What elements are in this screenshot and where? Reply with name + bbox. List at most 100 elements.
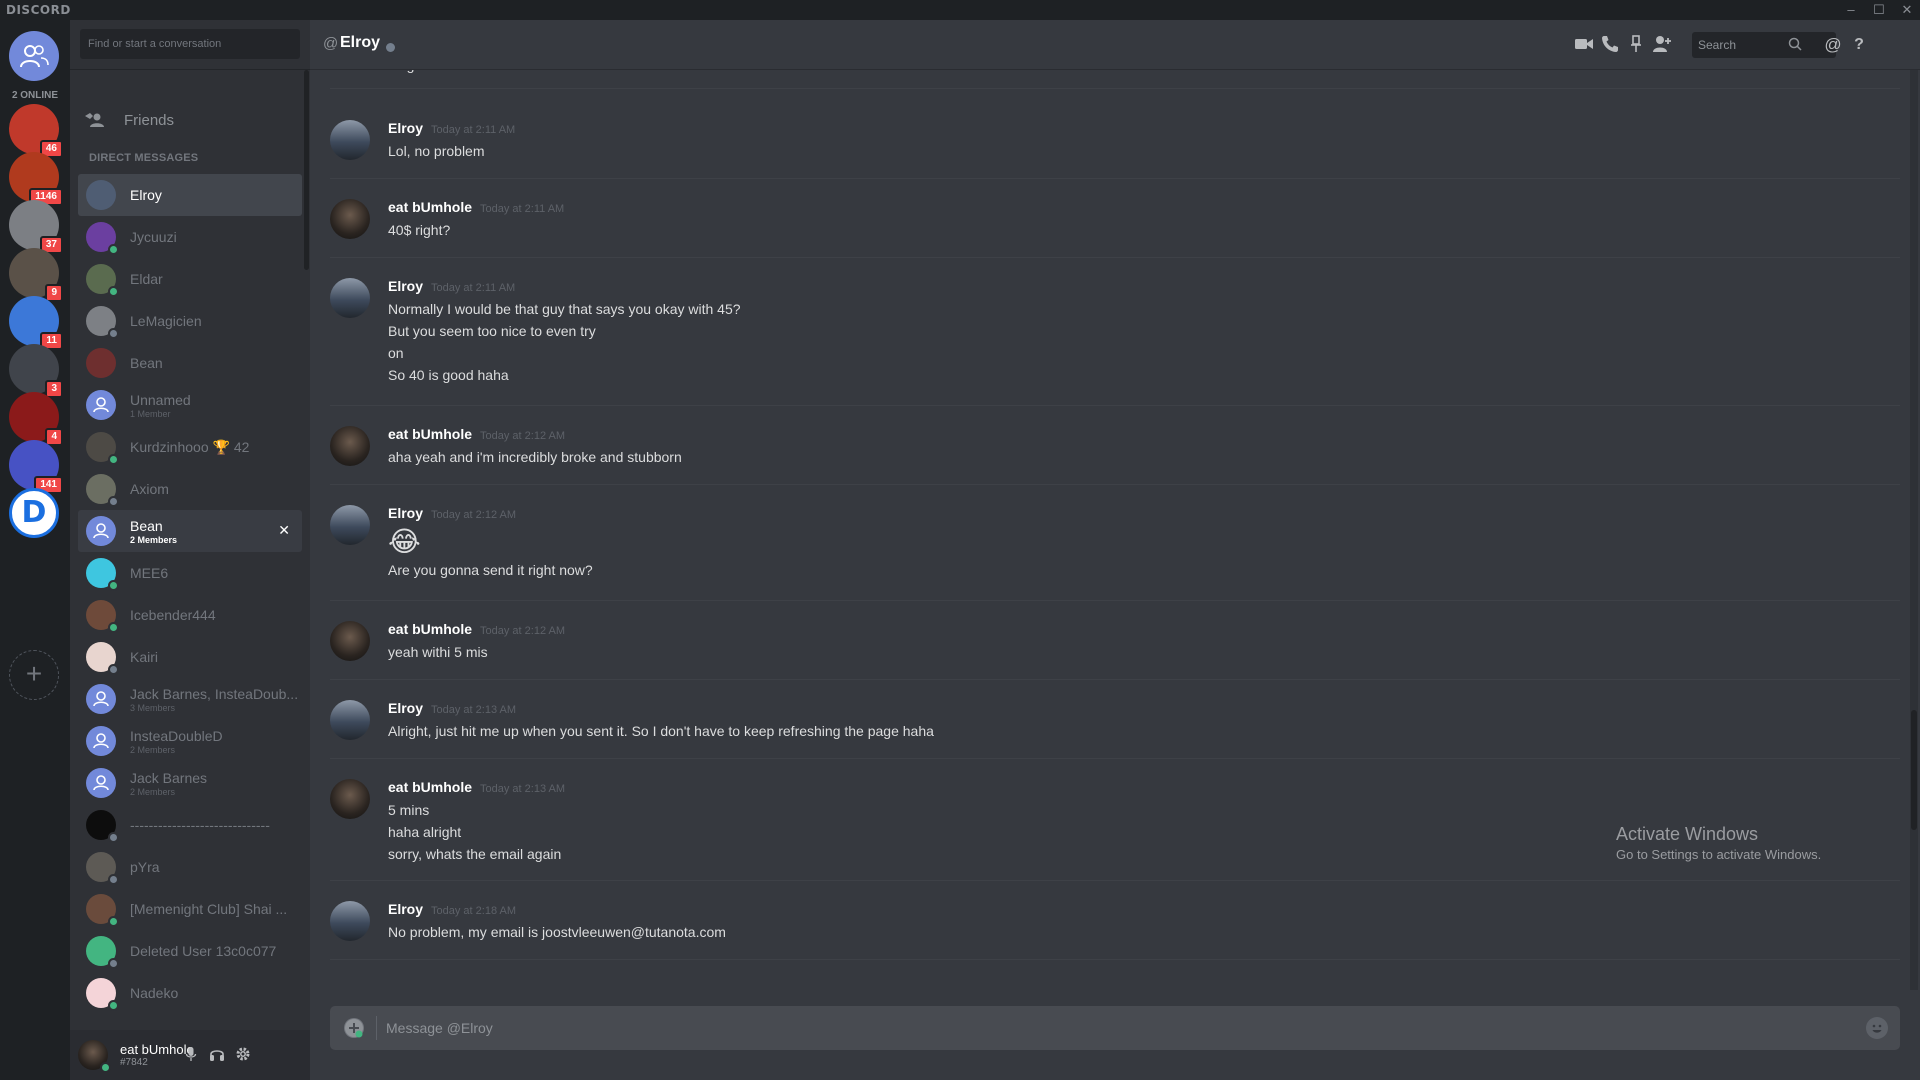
message-group: eat bUmhole Today at 2:13 AM 5 mins haha al…: [330, 759, 1900, 881]
server-icon-picture-server[interactable]: 37: [9, 200, 63, 254]
author-avatar[interactable]: [330, 278, 370, 318]
home-button[interactable]: [9, 31, 59, 81]
dm-item[interactable]: Icebender444: [78, 594, 302, 636]
status-dot: [108, 664, 119, 675]
server-icon-d-server[interactable]: D: [9, 488, 59, 538]
dm-name: Jack Barnes: [130, 769, 208, 786]
voice-call-button[interactable]: [1600, 34, 1622, 56]
help-button[interactable]: ?: [1848, 34, 1870, 56]
dm-item[interactable]: Axiom: [78, 468, 302, 510]
close-dm-icon[interactable]: ✕: [278, 522, 290, 539]
friends-icon: [85, 113, 104, 127]
dm-item[interactable]: Eldar: [78, 258, 302, 300]
server-icon-sneaker-server[interactable]: 11: [9, 296, 63, 350]
author-avatar[interactable]: [330, 199, 370, 239]
chat-scrollbar-thumb[interactable]: [1911, 710, 1917, 830]
watermark-title: Activate Windows: [1616, 824, 1759, 844]
message-timestamp: Today at 2:11 AM: [431, 282, 516, 294]
dm-item[interactable]: Bean: [78, 342, 302, 384]
chat-scrollbar[interactable]: [1910, 70, 1918, 990]
dm-item[interactable]: Kairi: [78, 636, 302, 678]
maximize-button[interactable]: ☐: [1866, 1, 1892, 19]
emoji-picker-icon[interactable]: [1866, 1017, 1888, 1039]
user-panel: eat bUmhole #7842: [70, 1030, 310, 1080]
message-input[interactable]: [386, 1012, 1786, 1044]
phone-icon: [1602, 36, 1618, 52]
dm-item[interactable]: pYra: [78, 846, 302, 888]
pinned-messages-button[interactable]: [1626, 34, 1648, 56]
mentions-button[interactable]: @: [1822, 34, 1844, 56]
dm-item[interactable]: Elroy: [78, 174, 302, 216]
message-group: Elroy Today at 2:11 AM Normally I would be…: [330, 258, 1900, 406]
dm-item[interactable]: ------------------------------: [78, 804, 302, 846]
group-icon: [93, 691, 109, 707]
server-icon-wave-server[interactable]: 141: [9, 440, 63, 494]
server-icon-gray-server[interactable]: 3: [9, 344, 63, 398]
message-timestamp: Today at 2:13 AM: [431, 704, 517, 716]
dm-item[interactable]: LeMagicien: [78, 300, 302, 342]
message-group: Elroy Today at 2:11 AM Lol, no problem: [330, 100, 1900, 179]
author-avatar[interactable]: [330, 779, 370, 819]
dm-item[interactable]: Jycuuzi: [78, 216, 302, 258]
dm-member-count: 2 Members: [130, 744, 176, 755]
server-icon-character-server[interactable]: 9: [9, 248, 63, 302]
server-initial: D: [21, 495, 47, 530]
message-author[interactable]: Elroy: [388, 700, 423, 716]
author-avatar[interactable]: [330, 505, 370, 545]
author-avatar[interactable]: [330, 700, 370, 740]
message-author[interactable]: eat bUmhole: [388, 621, 472, 637]
message-author[interactable]: eat bUmhole: [388, 779, 472, 795]
message-author[interactable]: Elroy: [388, 505, 423, 521]
dm-item[interactable]: Deleted User 13c0c077: [78, 930, 302, 972]
message-author[interactable]: eat bUmhole: [388, 199, 472, 215]
mute-button[interactable]: [182, 1046, 200, 1064]
author-avatar[interactable]: [330, 426, 370, 466]
author-avatar[interactable]: [330, 621, 370, 661]
deafen-button[interactable]: [208, 1046, 226, 1064]
author-avatar[interactable]: [330, 901, 370, 941]
add-server-button[interactable]: +: [9, 650, 59, 700]
find-conversation-input[interactable]: [80, 29, 300, 59]
dm-item[interactable]: MEE6: [78, 552, 302, 594]
dm-name: Icebender444: [130, 606, 216, 623]
dm-name: Unnamed: [130, 391, 191, 408]
message-text: Are you gonna send it right now?: [388, 562, 593, 578]
server-icon-red-logo-server[interactable]: 4: [9, 392, 63, 446]
message-author[interactable]: eat bUmhole: [388, 426, 472, 442]
search-input[interactable]: [1692, 32, 1836, 58]
dm-item[interactable]: Jack Barnes 2 Members: [78, 762, 302, 804]
close-window-button[interactable]: ✕: [1894, 1, 1920, 19]
dm-item[interactable]: Nadeko: [78, 972, 302, 1014]
user-avatar[interactable]: [78, 1040, 111, 1073]
upload-button[interactable]: [344, 1018, 364, 1038]
dm-avatar: [86, 180, 116, 210]
dm-item[interactable]: Kurdzinhooo 🏆 42: [78, 426, 302, 468]
author-avatar[interactable]: [330, 120, 370, 160]
dm-avatar: [86, 642, 119, 675]
dm-item[interactable]: Bean 2 Members ✕: [78, 510, 302, 552]
friends-nav-item[interactable]: Friends: [78, 100, 300, 140]
status-dot: [108, 622, 119, 633]
dm-scrollbar[interactable]: [304, 70, 309, 270]
add-friend-to-dm-button[interactable]: [1652, 34, 1674, 56]
dm-item[interactable]: InsteaDoubleD 2 Members: [78, 720, 302, 762]
dm-item[interactable]: Jack Barnes, InsteaDoub... 3 Members: [78, 678, 302, 720]
user-settings-button[interactable]: [234, 1046, 252, 1064]
message-author[interactable]: Elroy: [388, 120, 423, 136]
dm-avatar: [86, 432, 119, 465]
minimize-button[interactable]: –: [1838, 1, 1864, 19]
message-text: 40$ right?: [388, 222, 451, 238]
status-dot: [108, 244, 119, 255]
dm-name: Bean: [130, 517, 163, 534]
dm-item[interactable]: Unnamed 1 Member: [78, 384, 302, 426]
group-icon: [93, 397, 109, 413]
message-timestamp: Today at 2:12 AM: [480, 430, 566, 442]
message-group: Elroy Today at 2:12 AM 😂 Are you gonna send…: [330, 485, 1900, 601]
message-author[interactable]: Elroy: [388, 278, 423, 294]
message-group: Elroy Today at 2:13 AM Alright, just hit m…: [330, 680, 1900, 759]
video-call-button[interactable]: [1574, 34, 1596, 56]
dm-item[interactable]: [Memenight Club] Shai ...: [78, 888, 302, 930]
server-icon-red-emblem[interactable]: 1146: [9, 152, 63, 206]
server-icon-say-no-to-soy[interactable]: 46: [9, 104, 63, 158]
message-author[interactable]: Elroy: [388, 901, 423, 917]
